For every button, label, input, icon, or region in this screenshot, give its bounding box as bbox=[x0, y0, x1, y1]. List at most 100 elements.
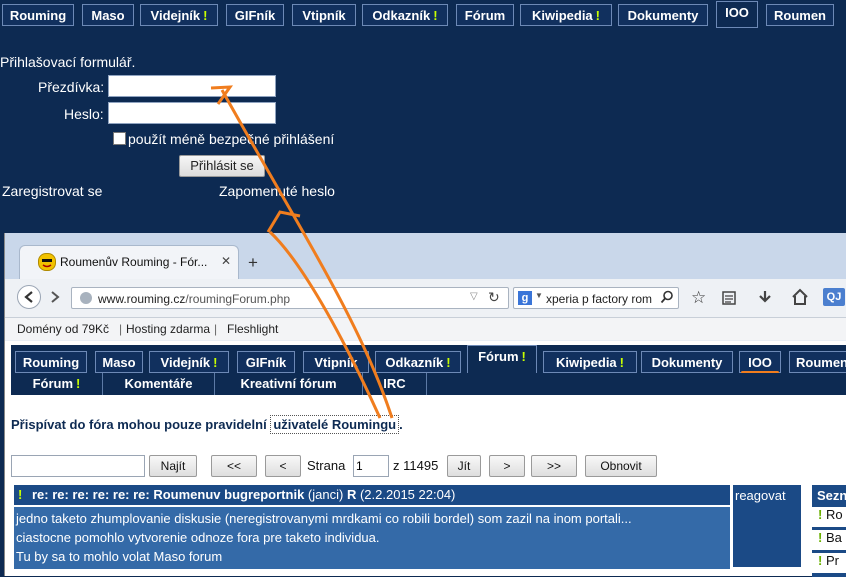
last-page-button[interactable]: >> bbox=[531, 455, 577, 477]
url-text: www.rouming.cz/roumingForum.php bbox=[98, 292, 290, 306]
subnav-label: Fórum bbox=[32, 376, 74, 391]
tab-gifnik[interactable]: GIFník bbox=[226, 4, 284, 26]
bookmarks-bar: Domény od 79Kč | Hosting zdarma | Fleshl… bbox=[5, 318, 846, 340]
tab-kiwipedia[interactable]: Kiwipedia! bbox=[543, 351, 637, 373]
forward-icon[interactable] bbox=[47, 289, 63, 310]
search-bar[interactable]: g ▼ xperia p factory rom bbox=[513, 287, 679, 309]
tab-videjnik[interactable]: Videjník! bbox=[140, 4, 218, 26]
tab-roumen[interactable]: Roumen bbox=[766, 4, 834, 26]
register-link[interactable]: Zaregistrovat se bbox=[2, 183, 102, 199]
refresh-button[interactable]: Obnovit bbox=[585, 455, 657, 477]
download-icon[interactable] bbox=[757, 289, 773, 310]
nickname-input[interactable] bbox=[108, 75, 276, 97]
tab-forum[interactable]: Fórum bbox=[456, 4, 514, 26]
forum-notice: Přispívat do fóra mohou pouze pravidelní… bbox=[11, 415, 403, 434]
home-icon[interactable] bbox=[791, 288, 809, 311]
tab-label: Roumen bbox=[774, 8, 826, 23]
new-indicator: ! bbox=[76, 376, 81, 391]
subnav-label: Komentáře bbox=[124, 376, 193, 391]
tab-label: Maso bbox=[102, 355, 136, 370]
tab-forum[interactable]: Fórum! bbox=[467, 345, 537, 374]
total-pages-label: z 11495 bbox=[393, 458, 439, 473]
go-button[interactable]: Jít bbox=[447, 455, 481, 477]
new-indicator: ! bbox=[595, 8, 601, 23]
tab-ioo[interactable]: IOO bbox=[739, 351, 781, 373]
next-page-button[interactable]: > bbox=[489, 455, 525, 477]
tab-label: Kiwipedia bbox=[555, 355, 617, 370]
post-line: Tu by sa to mohlo volat Maso forum bbox=[16, 549, 223, 564]
forgot-password-link[interactable]: Zapomenuté heslo bbox=[219, 183, 335, 199]
tab-odkaznik[interactable]: Odkazník! bbox=[375, 351, 461, 373]
browser-nav-bar: www.rouming.cz/roumingForum.php ▽ ↻ g ▼ … bbox=[5, 279, 846, 318]
tab-rouming[interactable]: Rouming bbox=[2, 4, 74, 26]
rouming-favicon-icon bbox=[38, 253, 56, 271]
search-value: xperia p factory rom bbox=[546, 292, 653, 306]
post-header: ! re: re: re: re: re: re: Roumenuv bugre… bbox=[14, 485, 730, 505]
url-dropdown-icon[interactable]: ▽ bbox=[470, 291, 478, 302]
bookmark-domeny[interactable]: Domény od 79Kč bbox=[17, 322, 109, 336]
tab-dokumenty[interactable]: Dokumenty bbox=[618, 4, 708, 26]
bookmark-hosting[interactable]: Hosting zdarma bbox=[126, 322, 210, 336]
tab-videjnik[interactable]: Videjník! bbox=[149, 351, 229, 373]
sidebar-item[interactable]: ! Pr bbox=[812, 553, 846, 573]
tab-dokumenty[interactable]: Dokumenty bbox=[641, 351, 733, 373]
tab-odkaznik[interactable]: Odkazník! bbox=[362, 4, 448, 26]
users-link[interactable]: uživatelé Roumingu bbox=[270, 415, 400, 434]
browser-tab-strip: Roumenův Rouming - Fór... ✕ + bbox=[5, 233, 846, 283]
url-bar[interactable]: www.rouming.cz/roumingForum.php ▽ ↻ bbox=[71, 287, 509, 309]
tab-vtipnik[interactable]: Vtipník bbox=[292, 4, 356, 26]
new-indicator: ! bbox=[446, 355, 451, 370]
new-tab-icon[interactable]: + bbox=[248, 253, 258, 273]
password-label: Heslo: bbox=[64, 106, 104, 122]
tab-maso[interactable]: Maso bbox=[95, 351, 143, 373]
subnav-irc[interactable]: IRC bbox=[363, 373, 427, 395]
password-input[interactable] bbox=[108, 102, 276, 124]
prev-page-button[interactable]: < bbox=[265, 455, 301, 477]
tab-label: IOO bbox=[725, 5, 749, 20]
tab-label: IOO bbox=[748, 355, 772, 370]
post-line: ciastocne pomohlo vytvorenie odnoze fora… bbox=[16, 530, 380, 545]
first-page-button[interactable]: << bbox=[211, 455, 257, 477]
reload-icon[interactable]: ↻ bbox=[488, 289, 500, 306]
new-indicator: ! bbox=[203, 8, 208, 23]
page-number-input[interactable] bbox=[353, 455, 389, 477]
search-icon[interactable] bbox=[660, 290, 674, 307]
tab-label: Fórum bbox=[464, 8, 506, 23]
tab-kiwipedia[interactable]: Kiwipedia! bbox=[520, 4, 612, 26]
post-title[interactable]: re: re: re: re: re: re: Roumenuv bugrepo… bbox=[32, 487, 304, 502]
forum-search-input[interactable] bbox=[11, 455, 145, 477]
find-button[interactable]: Najít bbox=[149, 455, 197, 477]
less-secure-checkbox[interactable] bbox=[113, 132, 126, 145]
subnav-kreativni-forum[interactable]: Kreativní fórum bbox=[215, 373, 363, 395]
tab-maso[interactable]: Maso bbox=[82, 4, 134, 26]
search-engine-dropdown-icon[interactable]: ▼ bbox=[535, 291, 543, 300]
browser-tab-active[interactable]: Roumenův Rouming - Fór... ✕ bbox=[19, 245, 239, 279]
tab-label: Roumen bbox=[796, 355, 846, 370]
page-label: Strana bbox=[307, 458, 346, 473]
sidebar-item[interactable]: ! Ro bbox=[812, 507, 846, 527]
tab-rouming[interactable]: Rouming bbox=[15, 351, 87, 373]
new-indicator: ! bbox=[521, 349, 526, 364]
close-tab-icon[interactable]: ✕ bbox=[221, 254, 231, 268]
post-body: jedno taketo zhumplovanie diskusie (nere… bbox=[14, 507, 730, 569]
reading-list-icon[interactable] bbox=[721, 290, 737, 311]
bookmark-star-icon[interactable]: ☆ bbox=[691, 288, 706, 308]
reply-panel: reagovat bbox=[733, 485, 801, 567]
globe-icon bbox=[80, 292, 92, 304]
login-submit-button[interactable]: Přihlásit se bbox=[179, 155, 265, 177]
qj-extension-icon[interactable]: QJ bbox=[823, 288, 845, 306]
tab-gifnik[interactable]: GIFník bbox=[237, 351, 295, 373]
bookmark-fleshlight[interactable]: Fleshlight bbox=[227, 322, 278, 336]
tab-label: Kiwipedia bbox=[531, 8, 593, 23]
notice-suffix: . bbox=[399, 417, 403, 432]
subnav-forum[interactable]: Fórum! bbox=[11, 373, 103, 395]
tab-label: Vtipník bbox=[302, 8, 346, 23]
tab-label: Rouming bbox=[9, 8, 67, 23]
back-icon[interactable] bbox=[17, 285, 41, 309]
tab-ioo[interactable]: IOO bbox=[716, 1, 758, 28]
tab-vtipnik[interactable]: Vtipník bbox=[303, 351, 369, 373]
subnav-komentare[interactable]: Komentáře bbox=[103, 373, 215, 395]
tab-roumen[interactable]: Roumen bbox=[789, 351, 846, 373]
sidebar-item[interactable]: ! Ba bbox=[812, 530, 846, 550]
reply-link[interactable]: reagovat bbox=[735, 488, 786, 503]
